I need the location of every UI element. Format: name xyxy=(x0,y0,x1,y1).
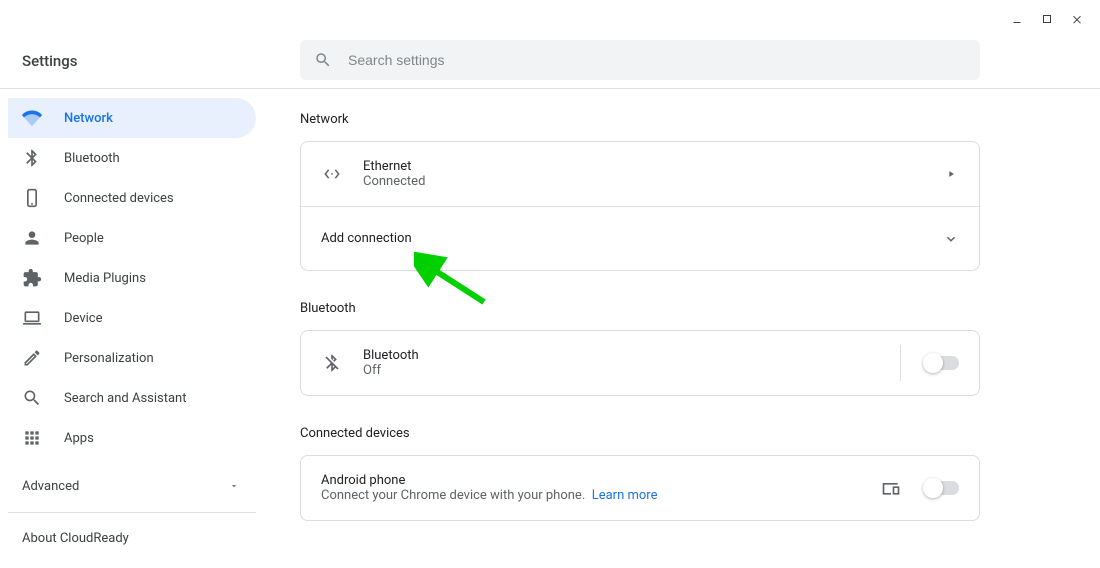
sidebar-item-label: People xyxy=(64,231,104,246)
bluetooth-card: Bluetooth Off xyxy=(300,330,980,396)
sidebar-item-media-plugins[interactable]: Media Plugins xyxy=(8,258,256,298)
connected-devices-card: Android phone Connect your Chrome device… xyxy=(300,455,980,521)
window-maximize-button[interactable] xyxy=(1038,10,1056,28)
laptop-icon xyxy=(22,308,42,328)
sidebar-item-people[interactable]: People xyxy=(8,218,256,258)
sidebar-item-bluetooth[interactable]: Bluetooth xyxy=(8,138,256,178)
page-title: Settings xyxy=(22,52,78,70)
ethernet-status: Connected xyxy=(363,174,923,189)
bluetooth-off-icon xyxy=(321,352,343,374)
sidebar-item-label: Device xyxy=(64,311,103,326)
advanced-label: Advanced xyxy=(22,479,79,494)
sidebar-advanced-toggle[interactable]: Advanced xyxy=(8,466,256,506)
add-connection-label: Add connection xyxy=(321,231,923,246)
search-icon xyxy=(314,51,332,69)
vertical-separator xyxy=(900,345,901,381)
sidebar-item-label: Apps xyxy=(64,431,94,446)
sidebar-item-label: Search and Assistant xyxy=(64,391,187,406)
search-icon xyxy=(22,388,42,408)
window-controls xyxy=(994,0,1100,38)
multi-device-icon xyxy=(881,478,901,498)
extension-icon xyxy=(22,268,42,288)
window-close-button[interactable] xyxy=(1068,10,1086,28)
sidebar-item-label: Personalization xyxy=(64,351,154,366)
section-heading-bluetooth: Bluetooth xyxy=(300,301,980,316)
header-divider xyxy=(0,88,1100,89)
sidebar-item-label: Bluetooth xyxy=(64,151,120,166)
sidebar-item-apps[interactable]: Apps xyxy=(8,418,256,458)
section-heading-network: Network xyxy=(300,112,980,127)
wifi-icon xyxy=(22,108,42,128)
chevron-down-icon xyxy=(943,231,959,247)
ethernet-icon xyxy=(321,163,343,185)
sidebar-item-label: Connected devices xyxy=(64,191,174,206)
sidebar-item-device[interactable]: Device xyxy=(8,298,256,338)
sidebar-item-label: Network xyxy=(64,111,113,126)
window-minimize-button[interactable] xyxy=(1008,10,1026,28)
bluetooth-toggle[interactable] xyxy=(925,356,959,370)
android-phone-toggle[interactable] xyxy=(925,481,959,495)
caret-down-icon xyxy=(226,478,242,494)
sidebar-item-label: Media Plugins xyxy=(64,271,146,286)
sidebar-about[interactable]: About CloudReady xyxy=(8,519,256,558)
network-ethernet-row[interactable]: Ethernet Connected xyxy=(301,142,979,206)
chevron-right-icon xyxy=(943,166,959,182)
brush-icon xyxy=(22,348,42,368)
sidebar: Network Bluetooth Connected devices Peop… xyxy=(8,98,256,558)
android-phone-title: Android phone xyxy=(321,473,861,488)
topbar: Settings xyxy=(0,0,1100,88)
learn-more-link[interactable]: Learn more xyxy=(592,488,658,503)
bluetooth-row[interactable]: Bluetooth Off xyxy=(301,331,979,395)
ethernet-title: Ethernet xyxy=(363,159,923,174)
apps-icon xyxy=(22,428,42,448)
main-content: Network Ethernet Connected Add connectio… xyxy=(300,98,980,568)
search-box[interactable] xyxy=(300,40,980,80)
network-card: Ethernet Connected Add connection xyxy=(300,141,980,271)
sidebar-item-personalization[interactable]: Personalization xyxy=(8,338,256,378)
bluetooth-icon xyxy=(22,148,42,168)
sidebar-item-search-assistant[interactable]: Search and Assistant xyxy=(8,378,256,418)
sidebar-item-connected-devices[interactable]: Connected devices xyxy=(8,178,256,218)
bluetooth-status: Off xyxy=(363,363,880,378)
bluetooth-title: Bluetooth xyxy=(363,348,880,363)
about-label: About CloudReady xyxy=(22,531,129,546)
android-phone-subtitle: Connect your Chrome device with your pho… xyxy=(321,488,861,503)
add-connection-row[interactable]: Add connection xyxy=(301,206,979,270)
person-icon xyxy=(22,228,42,248)
android-phone-row[interactable]: Android phone Connect your Chrome device… xyxy=(301,456,979,520)
phone-icon xyxy=(22,188,42,208)
sidebar-separator xyxy=(8,512,256,513)
sidebar-item-network[interactable]: Network xyxy=(8,98,256,138)
search-input[interactable] xyxy=(346,51,966,69)
section-heading-connected: Connected devices xyxy=(300,426,980,441)
